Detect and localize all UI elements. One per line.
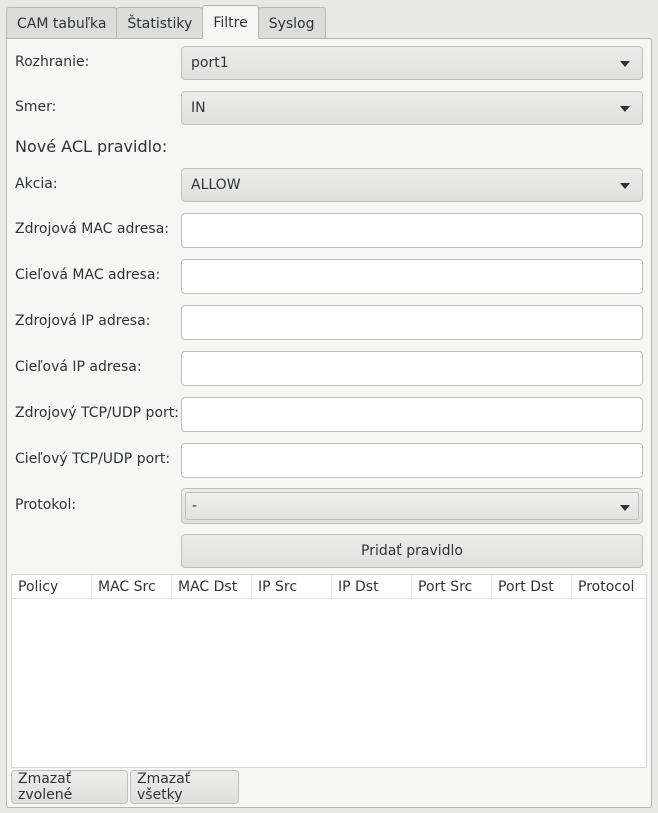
dropdown-arrow-icon (620, 106, 630, 112)
interface-combo[interactable]: port1 (181, 46, 643, 80)
column-header-label: Port Src (418, 579, 473, 595)
rules-table[interactable]: Policy MAC Src MAC Dst IP Src IP Dst Por… (11, 574, 647, 768)
src-mac-label: Zdrojová MAC adresa: (15, 221, 170, 237)
interface-label: Rozhranie: (15, 54, 90, 70)
column-header-ip-dst[interactable]: IP Dst (332, 575, 412, 599)
column-header-mac-src[interactable]: MAC Src (92, 575, 172, 599)
delete-all-button[interactable]: Zmazať všetky (130, 770, 239, 804)
protocol-value: - (192, 498, 198, 514)
column-header-ip-src[interactable]: IP Src (252, 575, 332, 599)
dst-port-label: Cieľový TCP/UDP port: (15, 451, 171, 467)
src-port-input[interactable] (181, 397, 643, 432)
tab-syslog[interactable]: Syslog (257, 7, 326, 39)
dst-mac-label: Cieľová MAC adresa: (15, 267, 161, 283)
dst-mac-input[interactable] (181, 259, 643, 294)
tab-cam-table[interactable]: CAM tabuľka (6, 7, 118, 39)
filters-page: Rozhranie: port1 Smer: IN Nové ACL pravi… (6, 38, 652, 808)
app-window: CAM tabuľka Štatistiky Filtre Syslog Roz… (0, 0, 658, 813)
direction-value: IN (191, 100, 206, 116)
delete-selected-label: Zmazať zvolené (18, 771, 73, 803)
column-header-label: Protocol (578, 579, 635, 595)
src-mac-input[interactable] (181, 213, 643, 248)
column-header-mac-dst[interactable]: MAC Dst (172, 575, 252, 599)
new-rule-title: Nové ACL pravidlo: (15, 137, 168, 156)
dropdown-arrow-icon (620, 183, 630, 189)
tab-label: CAM tabuľka (17, 15, 107, 32)
src-ip-label: Zdrojová IP adresa: (15, 313, 151, 329)
table-header: Policy MAC Src MAC Dst IP Src IP Dst Por… (12, 575, 646, 599)
delete-selected-button[interactable]: Zmazať zvolené (11, 770, 128, 804)
tab-bar: CAM tabuľka Štatistiky Filtre Syslog (6, 5, 326, 39)
tab-label: Filtre (213, 14, 248, 31)
tab-filters[interactable]: Filtre (202, 5, 259, 39)
action-value: ALLOW (191, 177, 241, 193)
direction-label: Smer: (15, 99, 57, 115)
src-ip-input[interactable] (181, 305, 643, 340)
column-header-label: Port Dst (498, 579, 554, 595)
protocol-combo[interactable]: - (181, 488, 643, 524)
tab-label: Syslog (268, 15, 315, 32)
column-header-protocol[interactable]: Protocol (572, 575, 646, 599)
column-header-label: MAC Dst (178, 579, 238, 595)
protocol-label: Protokol: (15, 497, 77, 513)
column-header-label: IP Dst (338, 579, 379, 595)
column-header-label: Policy (18, 579, 59, 595)
column-header-policy[interactable]: Policy (12, 575, 92, 599)
action-combo[interactable]: ALLOW (181, 168, 643, 202)
tab-statistics[interactable]: Štatistiky (116, 7, 204, 39)
action-label: Akcia: (15, 176, 58, 192)
dropdown-arrow-icon (620, 61, 630, 67)
tab-label: Štatistiky (127, 15, 193, 32)
delete-all-label: Zmazať všetky (137, 771, 191, 803)
protocol-combo-inner[interactable]: - (185, 492, 639, 520)
column-header-port-dst[interactable]: Port Dst (492, 575, 572, 599)
dropdown-arrow-icon (620, 505, 630, 511)
add-rule-button-label: Pridať pravidlo (361, 543, 463, 559)
interface-value: port1 (191, 55, 229, 71)
column-header-port-src[interactable]: Port Src (412, 575, 492, 599)
direction-combo[interactable]: IN (181, 91, 643, 125)
dst-port-input[interactable] (181, 443, 643, 478)
dst-ip-label: Cieľová IP adresa: (15, 359, 142, 375)
dst-ip-input[interactable] (181, 351, 643, 386)
column-header-label: IP Src (258, 579, 298, 595)
column-header-label: MAC Src (98, 579, 156, 595)
src-port-label: Zdrojový TCP/UDP port: (15, 405, 179, 421)
add-rule-button[interactable]: Pridať pravidlo (181, 534, 643, 568)
